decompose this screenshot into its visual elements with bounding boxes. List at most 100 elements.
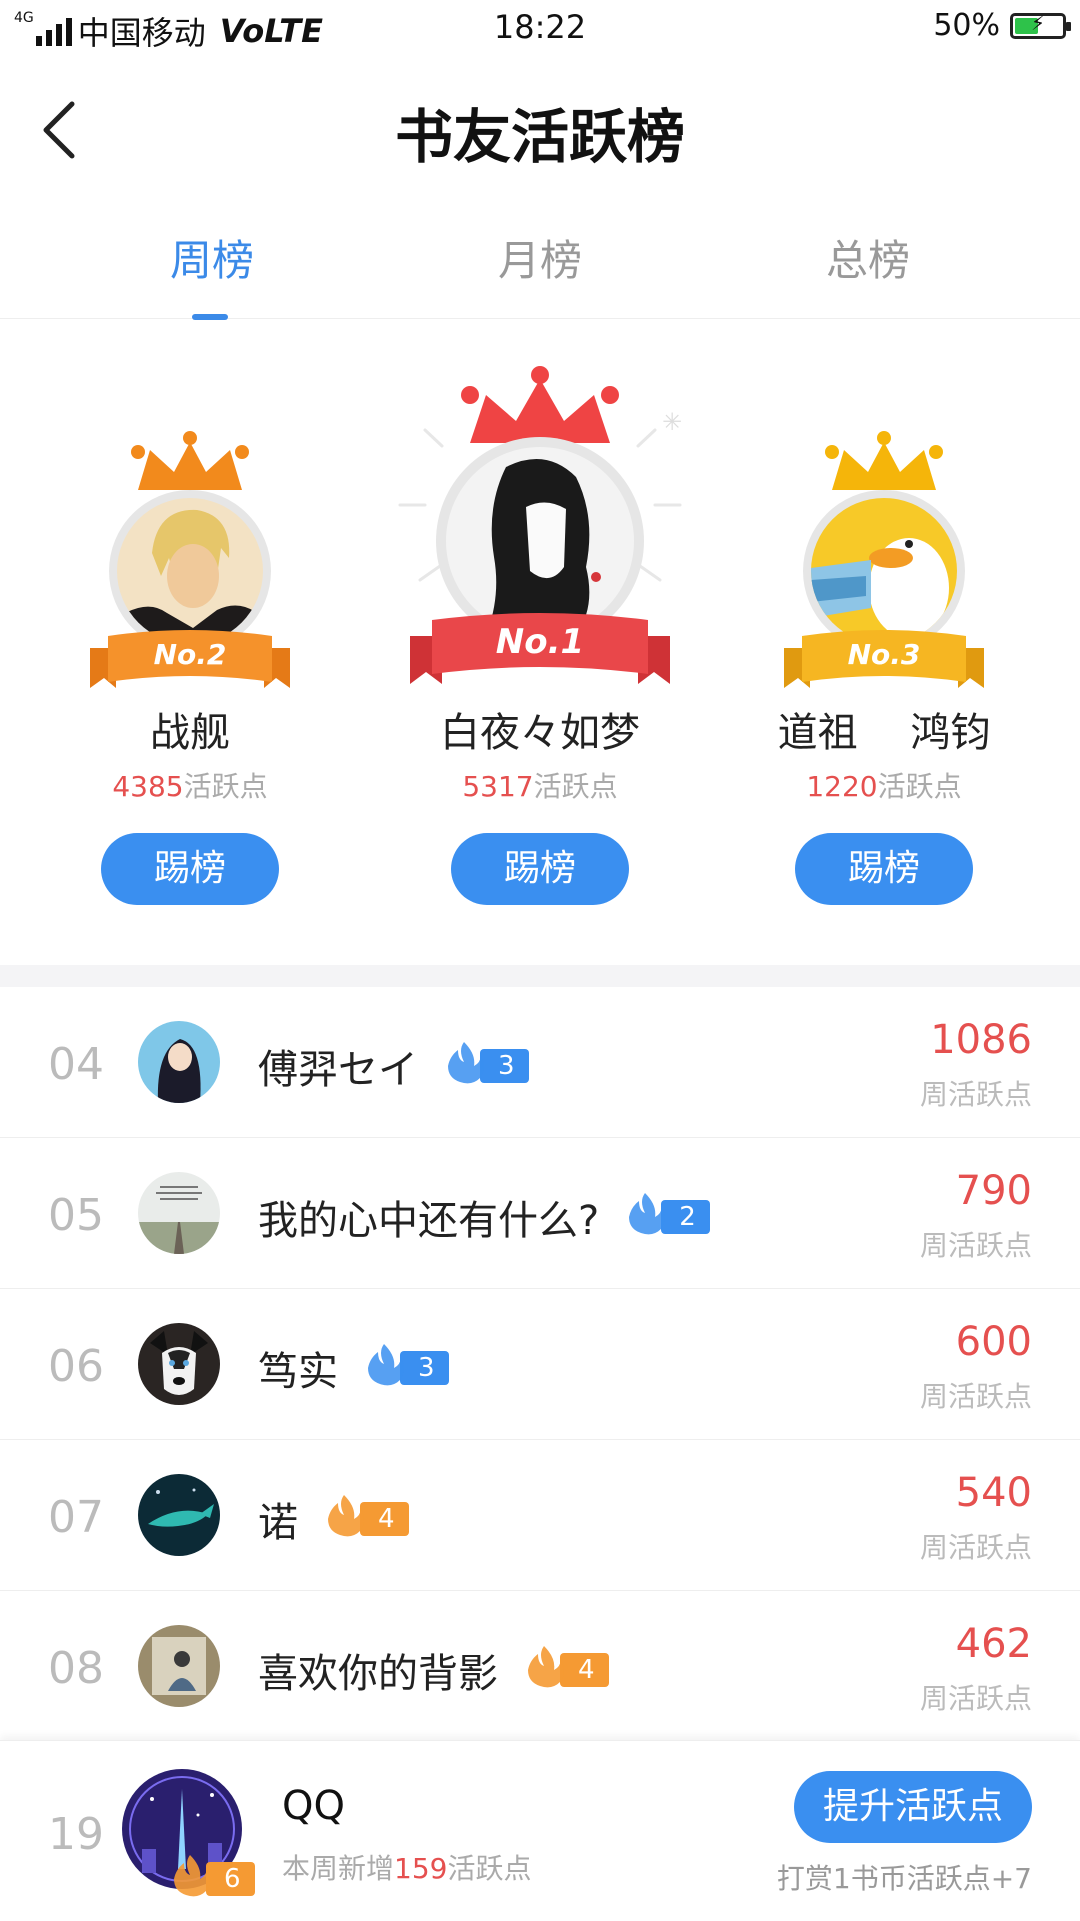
points-value: 5317 [462,770,534,803]
level-number: 2 [661,1200,710,1234]
podium-name: 道祖 鸿钧 [777,710,991,756]
list-item[interactable]: 04 傅羿セイ 3 1086 周活跃点 [0,987,1080,1138]
score-value: 790 [955,1168,1032,1214]
avatar[interactable] [138,1021,220,1103]
top-three-podium: No.2 战舰 4385活跃点 踢榜 ✳ No.1 白夜々如梦 5317活跃点 … [0,320,1080,960]
reward-tip: 打赏1书币活跃点+7 [776,1862,1032,1895]
level-number: 3 [400,1351,449,1385]
charging-icon: ⚡ [1030,10,1046,35]
status-bar: 4G 中国移动 VoLTE 18:22 50% ⚡ [0,0,1080,58]
ranking-list: 04 傅羿セイ 3 1086 周活跃点 05 我的心中还有什么? 2 790 周… [0,987,1080,1742]
avatar-image [138,1323,220,1405]
tab-week-label: 周榜 [169,236,254,285]
rank-badge: No.2 [153,638,227,671]
my-rank-bar: 19 6 QQ 本周新增159活跃点 提升活跃点 打赏1书币活跃点+7 [0,1740,1080,1921]
my-user-name: QQ [282,1783,345,1829]
user-name: 傅羿セイ [258,1047,418,1093]
level-number: 4 [360,1502,409,1536]
podium-first: ✳ No.1 白夜々如梦 5317活跃点 踢榜 [390,320,690,960]
level-number: 3 [480,1049,529,1083]
avatar[interactable] [138,1625,220,1707]
kick-button[interactable]: 踢榜 [101,833,279,905]
flame-icon [368,1344,404,1386]
level-badge: 3 [444,1042,529,1084]
week-prefix: 本周新增 [282,1852,395,1885]
rank-badge: No.1 [495,622,585,662]
boost-activity-button[interactable]: 提升活跃点 [794,1771,1032,1843]
podium-points: 4385活跃点 [60,765,320,805]
nav-header: 书友活跃榜 [0,70,1080,190]
week-points-value: 159 [394,1852,448,1885]
points-suffix: 活跃点 [877,770,962,803]
tab-total[interactable]: 总榜 [768,227,968,288]
my-rank-number: 19 [48,1809,104,1860]
flame-icon [448,1042,484,1084]
avatar-image [811,498,957,644]
list-item[interactable]: 05 我的心中还有什么? 2 790 周活跃点 [0,1138,1080,1289]
score-value: 1086 [930,1017,1032,1063]
podium-points: 5317活跃点 [390,765,690,805]
user-name: 笃实 [258,1349,338,1395]
rank-number: 06 [48,1341,104,1392]
avatar-image [138,1172,220,1254]
avatar-image [117,498,263,644]
score-value: 600 [955,1319,1032,1365]
tab-month-label: 月榜 [497,236,582,285]
user-name-group: 傅羿セイ 3 [258,1037,529,1095]
score-value: 540 [955,1470,1032,1516]
level-number: 6 [206,1862,255,1896]
score-value: 462 [955,1621,1032,1667]
user-name: 我的心中还有什么? [258,1198,600,1244]
period-tabs: 周榜 月榜 总榜 [0,215,1080,320]
rank-number: 08 [48,1643,104,1694]
level-badge: 2 [625,1193,710,1235]
user-name-group: 诺 4 [258,1490,409,1548]
score-label: 周活跃点 [919,1229,1032,1262]
rank-number: 05 [48,1190,104,1241]
avatar-image [138,1021,220,1103]
tab-total-label: 总榜 [825,236,910,285]
my-week-points: 本周新增159活跃点 [282,1847,531,1887]
score-label: 周活跃点 [919,1682,1032,1715]
podium-name: 白夜々如梦 [440,710,640,756]
avatar[interactable] [117,498,263,644]
level-badge: 3 [364,1344,449,1386]
user-name-group: 喜欢你的背影 4 [258,1641,609,1699]
flame-icon [528,1646,564,1688]
avatar-image [446,447,634,635]
points-suffix: 活跃点 [183,770,268,803]
svg-text:✳: ✳ [662,408,682,436]
avatar[interactable] [446,447,634,635]
status-right: 50% ⚡ [933,8,1071,43]
rank-number: 07 [48,1492,104,1543]
points-value: 4385 [112,770,184,803]
tab-month[interactable]: 月榜 [440,227,640,288]
user-name: 诺 [258,1500,298,1546]
avatar[interactable] [138,1323,220,1405]
level-badge: 4 [324,1495,409,1537]
kick-button[interactable]: 踢榜 [795,833,973,905]
rank-number: 04 [48,1039,104,1090]
avatar[interactable] [138,1172,220,1254]
kick-button[interactable]: 踢榜 [451,833,629,905]
level-badge: 4 [524,1646,609,1688]
flame-icon [328,1495,364,1537]
list-item[interactable]: 08 喜欢你的背影 4 462 周活跃点 [0,1591,1080,1742]
rank-badge: No.3 [847,638,921,671]
tab-week[interactable]: 周榜 [112,227,312,320]
avatar[interactable] [138,1474,220,1556]
list-item[interactable]: 06 笃实 3 600 周活跃点 [0,1289,1080,1440]
podium-points: 1220活跃点 [754,765,1014,805]
user-name-group: 我的心中还有什么? 2 [258,1188,710,1246]
my-level-badge: 6 [170,1855,255,1897]
list-item[interactable]: 07 诺 4 540 周活跃点 [0,1440,1080,1591]
avatar-image [138,1474,220,1556]
avatar[interactable] [811,498,957,644]
level-number: 4 [560,1653,609,1687]
avatar-image [138,1625,220,1707]
flame-icon [629,1193,666,1235]
score-label: 周活跃点 [919,1078,1032,1111]
points-value: 1220 [806,770,878,803]
battery-percent: 50% [933,8,1000,43]
flame-icon [174,1855,210,1897]
